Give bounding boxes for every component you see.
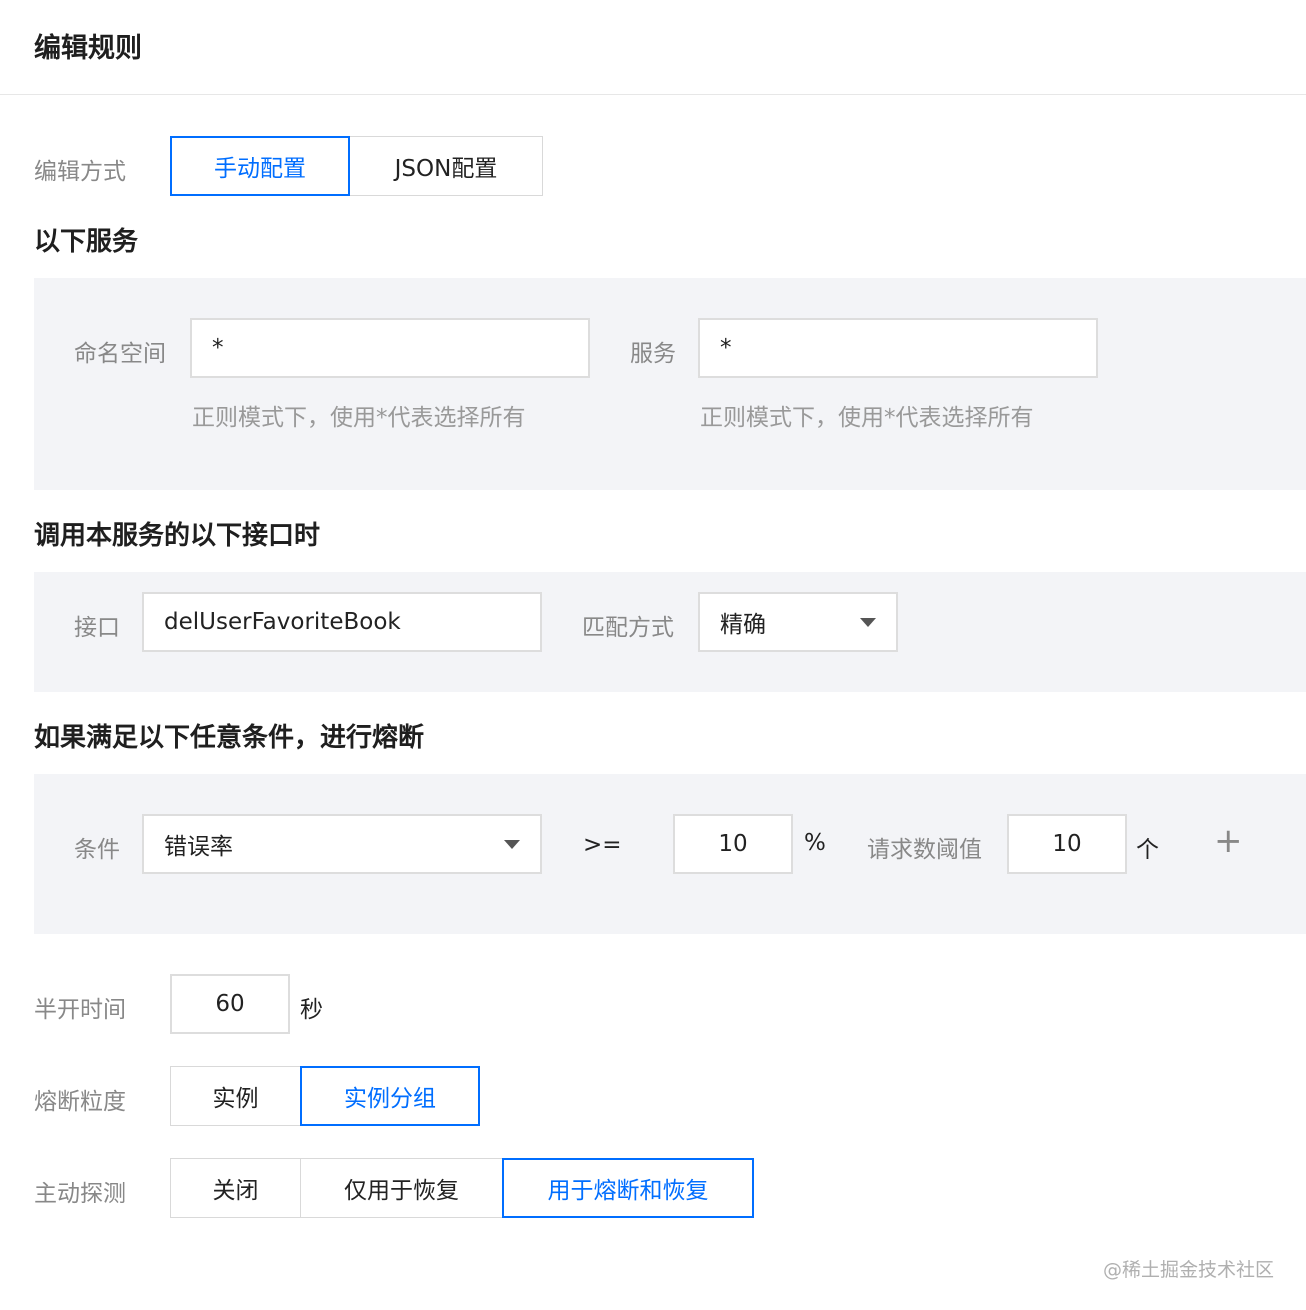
granularity-segmented: 实例 实例分组 bbox=[170, 1066, 480, 1126]
probe-break-and-recovery-option[interactable]: 用于熔断和恢复 bbox=[502, 1158, 754, 1218]
services-panel bbox=[34, 278, 1306, 490]
add-condition-icon[interactable]: + bbox=[1214, 824, 1243, 858]
threshold-unit: % bbox=[804, 830, 826, 856]
match-mode-label: 匹配方式 bbox=[582, 615, 674, 641]
interface-label: 接口 bbox=[74, 615, 120, 641]
threshold-input[interactable]: 10 bbox=[673, 814, 793, 874]
granularity-instance-group-option[interactable]: 实例分组 bbox=[300, 1066, 480, 1126]
service-label: 服务 bbox=[630, 341, 676, 367]
half-open-input[interactable]: 60 bbox=[170, 974, 290, 1034]
service-input[interactable]: * bbox=[698, 318, 1098, 378]
namespace-input[interactable]: * bbox=[190, 318, 590, 378]
edit-mode-label: 编辑方式 bbox=[34, 159, 126, 185]
edit-mode-json-option[interactable]: JSON配置 bbox=[349, 136, 543, 196]
condition-label: 条件 bbox=[74, 837, 120, 863]
probe-off-option[interactable]: 关闭 bbox=[170, 1158, 301, 1218]
request-threshold-label: 请求数阈值 bbox=[867, 837, 982, 863]
match-mode-value: 精确 bbox=[720, 612, 766, 638]
interface-input[interactable]: delUserFavoriteBook bbox=[142, 592, 542, 652]
namespace-label: 命名空间 bbox=[74, 341, 166, 367]
probe-recovery-only-option[interactable]: 仅用于恢复 bbox=[300, 1158, 503, 1218]
condition-operator: >= bbox=[583, 832, 622, 858]
probe-label: 主动探测 bbox=[34, 1181, 126, 1207]
chevron-down-icon bbox=[504, 839, 520, 849]
granularity-label: 熔断粒度 bbox=[34, 1089, 126, 1115]
service-hint: 正则模式下，使用*代表选择所有 bbox=[700, 405, 1034, 431]
request-threshold-input[interactable]: 10 bbox=[1007, 814, 1127, 874]
watermark: @稀土掘金技术社区 bbox=[1102, 1259, 1274, 1281]
request-threshold-unit: 个 bbox=[1136, 837, 1159, 863]
header-divider bbox=[0, 94, 1306, 95]
granularity-instance-option[interactable]: 实例 bbox=[170, 1066, 301, 1126]
interface-section-title: 调用本服务的以下接口时 bbox=[34, 521, 321, 551]
conditions-section-title: 如果满足以下任意条件，进行熔断 bbox=[34, 723, 425, 753]
half-open-label: 半开时间 bbox=[34, 997, 126, 1023]
services-section-title: 以下服务 bbox=[34, 227, 139, 257]
page-title: 编辑规则 bbox=[34, 33, 142, 64]
chevron-down-icon bbox=[860, 617, 876, 627]
condition-select[interactable]: 错误率 bbox=[142, 814, 542, 874]
half-open-unit: 秒 bbox=[300, 997, 323, 1023]
condition-value: 错误率 bbox=[164, 834, 233, 860]
namespace-hint: 正则模式下，使用*代表选择所有 bbox=[192, 405, 526, 431]
edit-mode-manual-option[interactable]: 手动配置 bbox=[170, 136, 350, 196]
match-mode-select[interactable]: 精确 bbox=[698, 592, 898, 652]
probe-segmented: 关闭 仅用于恢复 用于熔断和恢复 bbox=[170, 1158, 754, 1218]
edit-mode-segmented: 手动配置 JSON配置 bbox=[170, 136, 543, 196]
